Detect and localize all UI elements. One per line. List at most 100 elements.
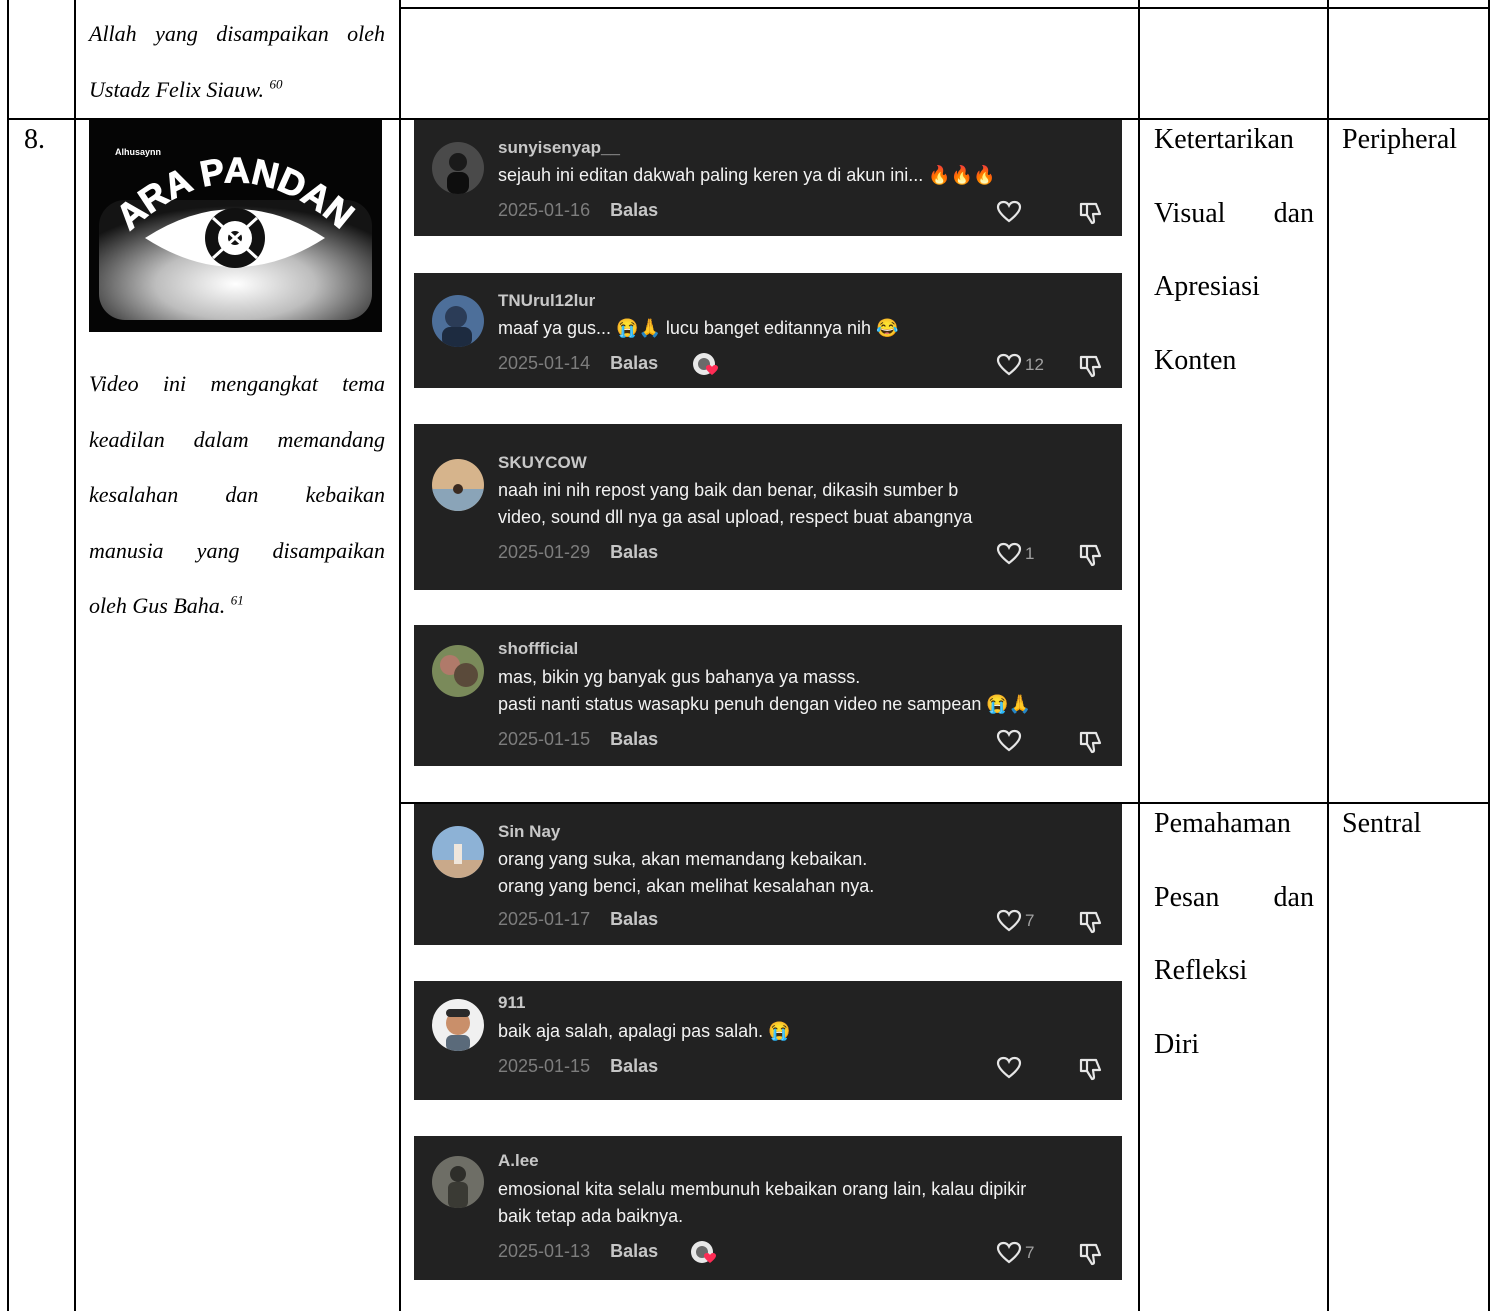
comment-username[interactable]: sunyisenyap__ bbox=[498, 138, 620, 158]
avatar[interactable] bbox=[432, 295, 484, 347]
heart-icon[interactable] bbox=[996, 909, 1022, 933]
table-rule-col4 bbox=[1327, 0, 1329, 1311]
comment-date: 2025-01-15 bbox=[498, 1056, 591, 1076]
comment-text-line: video, sound dll nya ga asal upload, res… bbox=[498, 507, 973, 527]
comment-date: 2025-01-17 bbox=[498, 909, 591, 929]
reply-button[interactable]: Balas bbox=[610, 1241, 658, 1261]
category-group-1: Ketertarikan Visual dan Apresiasi Konten bbox=[1154, 103, 1314, 397]
comment-username[interactable]: TNUrul12lur bbox=[498, 291, 595, 311]
avatar[interactable] bbox=[432, 1156, 484, 1208]
comment-text-line: naah ini nih repost yang baik dan benar,… bbox=[498, 480, 959, 500]
dislike-icon[interactable] bbox=[1078, 542, 1104, 568]
reply-button[interactable]: Balas bbox=[610, 542, 658, 562]
table-border-left bbox=[7, 0, 9, 1311]
description-line-1: Video ini mengangkat tema bbox=[89, 371, 385, 396]
route-group-1: Peripheral bbox=[1342, 124, 1458, 155]
category-1-line-2: Visual dan bbox=[1154, 197, 1314, 229]
dislike-icon[interactable] bbox=[1078, 1056, 1104, 1082]
previous-row-content: Allah yang disampaikan oleh Ustadz Felix… bbox=[89, 6, 385, 118]
footnote-60: 60 bbox=[269, 76, 283, 92]
category-group-2: Pemahaman Pesan dan Refleksi Diri bbox=[1154, 787, 1314, 1081]
comment-date: 2025-01-16 bbox=[498, 200, 591, 220]
category-2-line-3: Refleksi bbox=[1154, 955, 1248, 987]
category-1-line-3: Apresiasi bbox=[1154, 271, 1260, 303]
comment-username[interactable]: A.lee bbox=[498, 1151, 539, 1171]
description-line-4: manusia yang disampaikan bbox=[89, 537, 385, 563]
previous-row-line-2: Ustadz Felix Siauw. bbox=[89, 77, 264, 102]
comment-text-line: orang yang suka, akan memandang kebaikan… bbox=[498, 849, 868, 869]
description-line-5: oleh Gus Baha. bbox=[89, 593, 226, 618]
comment-date: 2025-01-29 bbox=[498, 542, 591, 562]
route-group-2: Sentral bbox=[1342, 808, 1422, 839]
avatar[interactable] bbox=[432, 826, 484, 878]
like-count: 7 bbox=[1025, 911, 1035, 930]
comment-date: 2025-01-14 bbox=[498, 353, 591, 373]
category-1-line-4: Konten bbox=[1154, 344, 1237, 376]
comment-text-line: maaf ya gus... 😭🙏 lucu banget editannya … bbox=[498, 318, 899, 338]
comment-username[interactable]: shoffficial bbox=[498, 639, 578, 659]
like-count: 7 bbox=[1025, 1243, 1035, 1262]
description-line-3: kesalahan dan kebaikan bbox=[89, 482, 385, 507]
avatar[interactable] bbox=[432, 645, 484, 697]
thumbnail-channel: Alhusaynn bbox=[115, 147, 161, 157]
table-rule-col3 bbox=[1138, 0, 1140, 1311]
creator-liked-icon bbox=[693, 353, 718, 375]
avatar[interactable] bbox=[432, 999, 484, 1051]
comment-text-line: orang yang benci, akan melihat kesalahan… bbox=[498, 876, 875, 896]
previous-row-line-1: Allah yang disampaikan oleh bbox=[89, 21, 385, 46]
comment-text-line: pasti nanti status wasapku penuh dengan … bbox=[498, 694, 1032, 714]
comment-card: SKUYCOW naah ini nih repost yang baik da… bbox=[414, 424, 1122, 590]
comment-username[interactable]: 911 bbox=[498, 993, 525, 1013]
heart-icon[interactable] bbox=[996, 200, 1022, 224]
like-count: 12 bbox=[1025, 355, 1044, 374]
category-1-line-1: Ketertarikan bbox=[1154, 124, 1294, 155]
reply-button[interactable]: Balas bbox=[610, 353, 658, 373]
footnote-61: 61 bbox=[230, 592, 244, 608]
comment-card: shoffficial mas, bikin yg banyak gus bah… bbox=[414, 625, 1122, 766]
dislike-icon[interactable] bbox=[1078, 909, 1104, 935]
heart-icon[interactable] bbox=[996, 353, 1022, 377]
comment-text-line: sejauh ini editan dakwah paling keren ya… bbox=[498, 165, 996, 185]
table-border-right bbox=[1488, 0, 1490, 1311]
comment-card: A.lee emosional kita selalu membunuh keb… bbox=[414, 1136, 1122, 1280]
comment-card: sunyisenyap__ sejauh ini editan dakwah p… bbox=[414, 120, 1122, 236]
comment-username[interactable]: SKUYCOW bbox=[498, 453, 587, 473]
video-description: Video ini mengangkat tema keadilan dalam… bbox=[89, 356, 385, 634]
comment-text-line: mas, bikin yg banyak gus bahanya ya mass… bbox=[498, 667, 861, 687]
eye-illustration-icon: Alhusaynn CARA PANDANG bbox=[89, 120, 382, 332]
comment-username[interactable]: Sin Nay bbox=[498, 822, 560, 842]
creator-liked-icon bbox=[691, 1241, 716, 1263]
description-line-2: keadilan dalam memandang bbox=[89, 426, 385, 452]
avatar[interactable] bbox=[432, 142, 484, 194]
table-rule-col1 bbox=[74, 0, 76, 1311]
comment-card: 911 baik aja salah, apalagi pas salah. 😭… bbox=[414, 981, 1122, 1100]
avatar[interactable] bbox=[432, 459, 484, 511]
video-thumbnail: Alhusaynn CARA PANDANG bbox=[89, 120, 382, 332]
category-2-line-1: Pemahaman bbox=[1154, 808, 1291, 839]
comment-text-line: baik aja salah, apalagi pas salah. 😭 bbox=[498, 1021, 791, 1041]
reply-button[interactable]: Balas bbox=[610, 1056, 658, 1076]
comment-date: 2025-01-13 bbox=[498, 1241, 591, 1261]
heart-icon[interactable] bbox=[996, 542, 1022, 566]
row-number: 8. bbox=[24, 124, 45, 155]
comment-date: 2025-01-15 bbox=[498, 729, 591, 749]
comment-card: Sin Nay orang yang suka, akan memandang … bbox=[414, 804, 1122, 945]
comment-text-line: baik tetap ada baiknya. bbox=[498, 1206, 684, 1226]
dislike-icon[interactable] bbox=[1078, 1241, 1104, 1267]
comment-card: TNUrul12lur maaf ya gus... 😭🙏 lucu bange… bbox=[414, 273, 1122, 388]
dislike-icon[interactable] bbox=[1078, 729, 1104, 755]
category-2-line-2: Pesan dan bbox=[1154, 881, 1314, 913]
reply-button[interactable]: Balas bbox=[610, 729, 658, 749]
table-rule-top-right bbox=[399, 7, 1490, 9]
reply-button[interactable]: Balas bbox=[610, 200, 658, 220]
category-2-line-4: Diri bbox=[1154, 1028, 1200, 1060]
heart-icon[interactable] bbox=[996, 1056, 1022, 1080]
comment-text-line: emosional kita selalu membunuh kebaikan … bbox=[498, 1179, 1027, 1199]
like-count: 1 bbox=[1025, 544, 1035, 563]
reply-button[interactable]: Balas bbox=[610, 909, 658, 929]
table-rule-col2 bbox=[399, 0, 401, 1311]
dislike-icon[interactable] bbox=[1078, 200, 1104, 226]
heart-icon[interactable] bbox=[996, 729, 1022, 753]
dislike-icon[interactable] bbox=[1078, 353, 1104, 379]
heart-icon[interactable] bbox=[996, 1241, 1022, 1265]
